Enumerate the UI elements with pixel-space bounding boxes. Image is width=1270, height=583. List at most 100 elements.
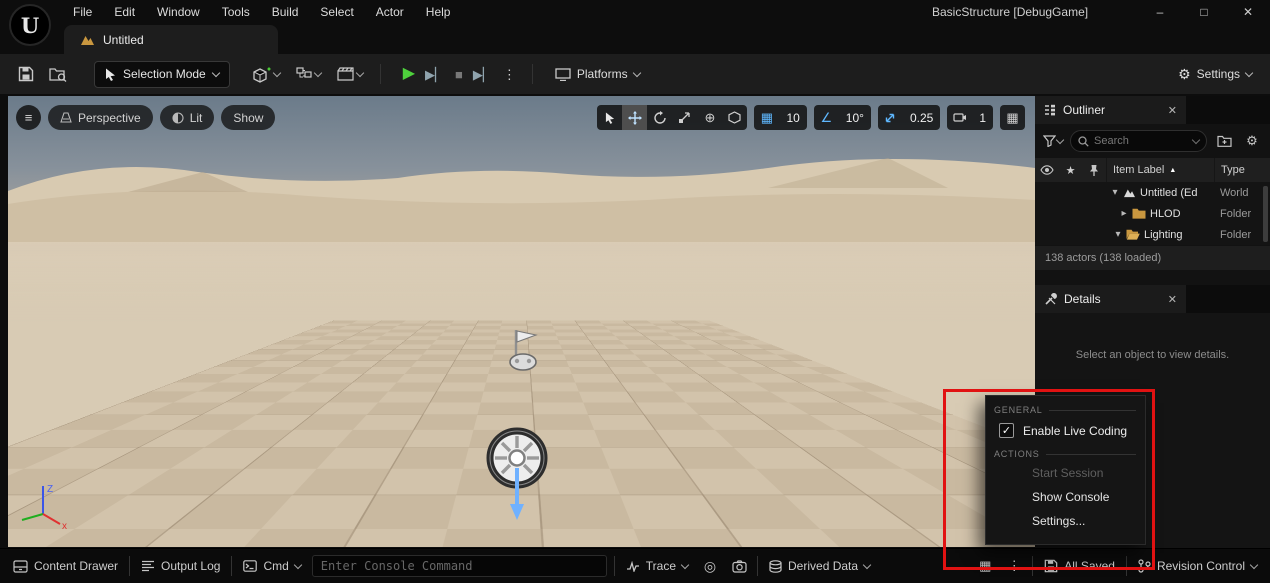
- rotate-tool-button[interactable]: [647, 105, 672, 130]
- search-input[interactable]: [1094, 135, 1164, 147]
- move-icon: [627, 110, 642, 125]
- gear-icon: ⚙: [1178, 65, 1191, 82]
- scale-tool-button[interactable]: [672, 105, 697, 130]
- console-command-input[interactable]: [311, 555, 607, 577]
- show-console-item[interactable]: Show Console: [986, 485, 1145, 509]
- show-dropdown[interactable]: Show: [221, 105, 276, 130]
- lit-dropdown[interactable]: Lit: [159, 105, 215, 130]
- outliner-tabbar: Outliner ✕: [1035, 96, 1270, 124]
- row-label: Lighting: [1144, 228, 1183, 241]
- horizon-haze: [8, 242, 1035, 322]
- perspective-dropdown[interactable]: Perspective: [48, 105, 153, 130]
- scale-snap-value[interactable]: 0.25: [903, 111, 940, 125]
- chevron-down-icon: [272, 68, 281, 77]
- menu-actor[interactable]: Actor: [365, 1, 415, 23]
- outliner-row-untitled[interactable]: ▾ Untitled (Ed World: [1035, 182, 1270, 203]
- expand-open-icon[interactable]: ▾: [1110, 187, 1120, 198]
- save-button[interactable]: [12, 60, 40, 88]
- output-log-button[interactable]: Output Log: [137, 554, 224, 578]
- revision-control-dropdown[interactable]: Revision Control: [1134, 554, 1261, 578]
- translate-arrow-gizmo[interactable]: [507, 468, 527, 520]
- camera-speed-value[interactable]: 1: [972, 111, 993, 125]
- viewport-topright-controls: ⊕ ▦ 10 ∠ 10° 0.25 1 ▦: [597, 105, 1025, 130]
- player-start-gizmo[interactable]: [496, 326, 548, 372]
- outliner-tab-label: Outliner: [1063, 103, 1106, 117]
- start-session-item[interactable]: Start Session: [986, 461, 1145, 485]
- folder-icon: [1132, 208, 1146, 219]
- outliner-settings-button[interactable]: ⚙: [1241, 130, 1263, 152]
- menu-edit[interactable]: Edit: [103, 1, 146, 23]
- viewport-topleft-controls: ≡ Perspective Lit Show: [16, 105, 276, 130]
- settings-dropdown[interactable]: ⚙ Settings: [1172, 60, 1258, 88]
- surface-snap-toggle[interactable]: [722, 105, 747, 130]
- platforms-dropdown[interactable]: Platforms: [549, 60, 646, 88]
- trace-snapshot-button[interactable]: [728, 555, 750, 577]
- outliner-close-icon[interactable]: ✕: [1168, 104, 1177, 117]
- browse-content-button[interactable]: [44, 60, 72, 88]
- menu-file[interactable]: File: [62, 1, 103, 23]
- content-drawer-button[interactable]: Content Drawer: [9, 554, 122, 578]
- scale-icon: [679, 112, 691, 123]
- menu-window[interactable]: Window: [146, 1, 211, 23]
- insights-button[interactable]: ▦: [974, 555, 996, 577]
- outliner-row-hlod[interactable]: ▸ HLOD Folder: [1035, 203, 1270, 224]
- viewport-layout-button[interactable]: ▦: [1000, 105, 1025, 130]
- close-button[interactable]: ✕: [1226, 0, 1270, 24]
- visibility-column-button[interactable]: [1035, 158, 1059, 182]
- rotation-snap-toggle[interactable]: ∠: [814, 105, 839, 130]
- trace-target-button[interactable]: ◎: [699, 555, 721, 577]
- grid-snap-icon: ▦: [760, 109, 774, 125]
- expand-open-icon[interactable]: ▾: [1113, 229, 1123, 240]
- tab-untitled[interactable]: Untitled: [64, 25, 278, 54]
- tab-outliner[interactable]: Outliner ✕: [1035, 96, 1186, 124]
- derived-data-dropdown[interactable]: Derived Data: [765, 554, 874, 578]
- menu-tools[interactable]: Tools: [211, 1, 261, 23]
- play-options-button[interactable]: ⋮: [503, 68, 516, 81]
- item-label-column-header[interactable]: Item Label ▲: [1106, 158, 1214, 182]
- grid-snap-toggle[interactable]: ▦: [754, 105, 779, 130]
- stop-button[interactable]: ■: [455, 68, 463, 81]
- grid-snap-value[interactable]: 10: [779, 111, 806, 125]
- menu-build[interactable]: Build: [261, 1, 310, 23]
- outliner-search[interactable]: [1070, 130, 1207, 152]
- selection-mode-dropdown[interactable]: Selection Mode: [94, 60, 230, 88]
- frame-skip-button[interactable]: ▶▏: [425, 68, 445, 81]
- tab-details[interactable]: Details ✕: [1035, 285, 1186, 313]
- menu-select[interactable]: Select: [309, 1, 364, 23]
- pin-column-button[interactable]: [1082, 158, 1106, 182]
- scale-snap-toggle[interactable]: [878, 105, 903, 130]
- add-folder-button[interactable]: [1213, 130, 1235, 152]
- type-column-header[interactable]: Type: [1214, 158, 1270, 182]
- details-tab-label: Details: [1064, 292, 1101, 306]
- maximize-button[interactable]: □: [1182, 0, 1226, 24]
- rotation-snap-value[interactable]: 10°: [839, 111, 871, 125]
- viewport-menu-button[interactable]: ≡: [16, 105, 41, 130]
- enable-live-coding-item[interactable]: ✓ Enable Live Coding: [986, 417, 1145, 445]
- skip-to-end-button[interactable]: ▶▏: [473, 68, 493, 81]
- viewport-canvas[interactable]: Z x ≡ Perspective Lit Show ⊕ ▦ 10 ∠ 10° …: [8, 96, 1035, 547]
- minimize-button[interactable]: –: [1138, 0, 1182, 24]
- move-tool-button[interactable]: [622, 105, 648, 130]
- menu-help[interactable]: Help: [415, 1, 462, 23]
- expand-closed-icon[interactable]: ▸: [1119, 208, 1129, 219]
- outliner-scrollbar[interactable]: [1263, 186, 1268, 242]
- details-close-icon[interactable]: ✕: [1168, 293, 1177, 306]
- favorite-column-button[interactable]: ★: [1059, 158, 1082, 182]
- outliner-row-lighting[interactable]: ▾ Lighting Folder: [1035, 224, 1270, 245]
- world-space-toggle[interactable]: ⊕: [697, 105, 722, 130]
- blueprints-button[interactable]: [293, 60, 324, 88]
- camera-speed-button[interactable]: [947, 105, 972, 130]
- save-status-icon: [1044, 559, 1058, 573]
- play-button[interactable]: ▶: [403, 66, 415, 82]
- cmd-dropdown[interactable]: Cmd: [239, 554, 304, 578]
- status-options-button[interactable]: ⋮: [1003, 555, 1025, 577]
- live-coding-checkbox[interactable]: ✓: [999, 423, 1014, 438]
- select-tool-button[interactable]: [597, 105, 622, 130]
- add-actor-button[interactable]: [250, 60, 283, 88]
- settings-item[interactable]: Settings...: [986, 509, 1145, 533]
- all-saved-button[interactable]: All Saved: [1040, 554, 1119, 578]
- trace-dropdown[interactable]: Trace: [622, 554, 692, 578]
- outliner-filter-button[interactable]: [1042, 130, 1065, 152]
- cinematics-button[interactable]: [334, 60, 366, 88]
- chevron-down-icon: [632, 68, 641, 77]
